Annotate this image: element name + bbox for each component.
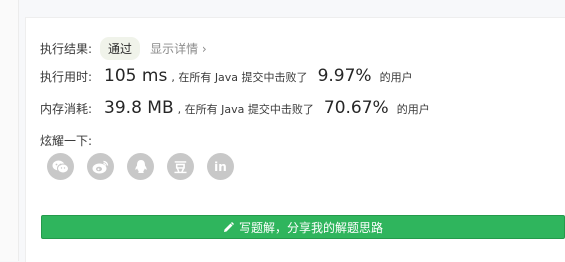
runtime-row: 执行用时: 105 ms , 在所有 Java 提交中击败了 9.97% 的用户: [40, 66, 413, 86]
linkedin-icon[interactable]: in: [207, 153, 234, 180]
show-details-link[interactable]: 显示详情 ›: [150, 40, 207, 57]
result-row: 执行结果: 通过 显示详情 ›: [40, 37, 207, 60]
left-divider: [0, 0, 19, 261]
qq-icon[interactable]: [127, 153, 154, 180]
write-solution-label: 写题解，分享我的解题思路: [238, 220, 383, 235]
wechat-icon[interactable]: [47, 153, 74, 180]
share-row: 炫耀一下:: [40, 132, 92, 149]
runtime-percent: 9.97%: [317, 66, 372, 86]
memory-label: 内存消耗:: [40, 102, 93, 116]
memory-users-text: 的用户: [396, 103, 430, 116]
write-solution-button[interactable]: 写题解，分享我的解题思路: [41, 215, 565, 239]
share-label: 炫耀一下:: [40, 134, 93, 148]
runtime-label: 执行用时:: [40, 70, 93, 84]
weibo-icon[interactable]: [87, 153, 114, 180]
runtime-beat-text: , 在所有 Java 提交中击败了: [171, 71, 308, 84]
memory-beat-text: , 在所有 Java 提交中击败了: [177, 103, 314, 116]
memory-value: 39.8 MB: [104, 98, 174, 118]
status-badge: 通过: [100, 37, 141, 60]
result-label: 执行结果:: [40, 42, 93, 56]
submission-result-panel: 执行结果: 通过 显示详情 › 执行用时: 105 ms , 在所有 Java …: [25, 17, 565, 262]
runtime-users-text: 的用户: [379, 71, 413, 84]
pencil-icon: [223, 221, 234, 233]
share-icons: 豆 in: [47, 153, 247, 180]
runtime-value: 105 ms: [104, 66, 168, 86]
memory-percent: 70.67%: [323, 98, 389, 118]
douban-icon[interactable]: 豆: [167, 153, 194, 180]
memory-row: 内存消耗: 39.8 MB , 在所有 Java 提交中击败了 70.67% 的…: [40, 98, 430, 118]
douban-glyph: 豆: [173, 161, 187, 176]
linkedin-glyph: in: [214, 159, 227, 174]
